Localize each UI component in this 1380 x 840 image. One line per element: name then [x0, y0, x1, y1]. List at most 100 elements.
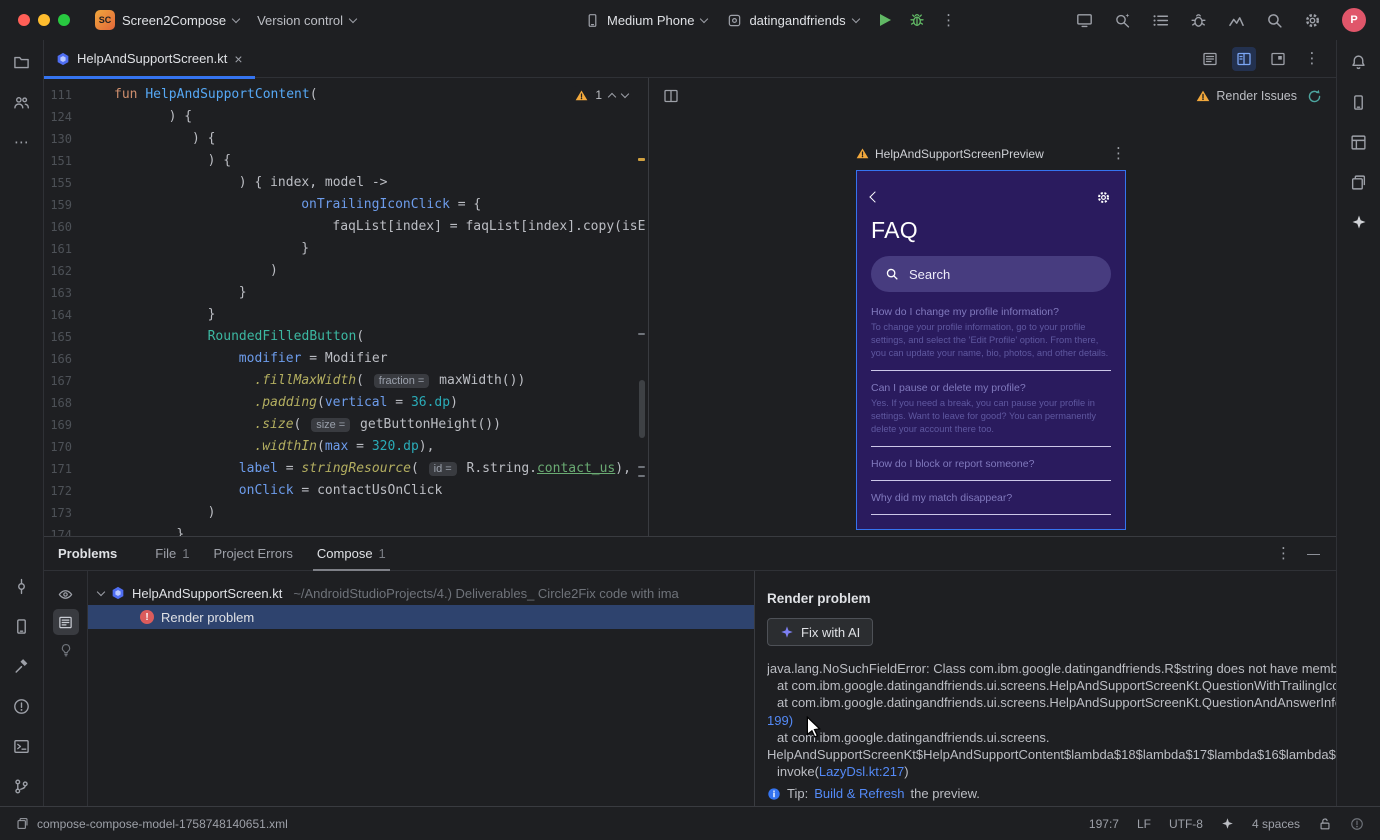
- gemini-button[interactable]: [1345, 208, 1373, 236]
- code-line[interactable]: 160 faqList[index] = faqList[index].copy(…: [44, 216, 648, 238]
- tree-file-row[interactable]: HelpAndSupportScreen.kt ~/AndroidStudioP…: [88, 581, 754, 605]
- resource-manager-button[interactable]: [8, 88, 36, 116]
- device-manager-button[interactable]: [8, 612, 36, 640]
- fix-with-ai-button[interactable]: Fix with AI: [767, 618, 874, 646]
- task-list-button[interactable]: [1152, 12, 1169, 29]
- line-number[interactable]: 161: [44, 238, 94, 260]
- tree-item-render-problem[interactable]: Render problem: [88, 605, 754, 629]
- panel-options-icon[interactable]: ⋮: [1276, 546, 1291, 561]
- editor-more-button[interactable]: ⋮: [1300, 47, 1324, 71]
- line-number[interactable]: 165: [44, 326, 94, 348]
- profiler-button[interactable]: [1228, 12, 1245, 29]
- preview-layout-icon[interactable]: [663, 88, 679, 104]
- build-refresh-link[interactable]: Build & Refresh: [814, 786, 904, 801]
- lock-open-icon[interactable]: [1318, 817, 1332, 831]
- line-number[interactable]: 164: [44, 304, 94, 326]
- layout-inspector-button[interactable]: [1345, 128, 1373, 156]
- stack-link[interactable]: LazyDsl.kt:217: [819, 764, 904, 779]
- device-explorer-button[interactable]: [1345, 88, 1373, 116]
- hide-panel-icon[interactable]: —: [1307, 546, 1320, 561]
- code-line[interactable]: 172 onClick = contactUsOnClick: [44, 480, 648, 502]
- line-separator[interactable]: LF: [1137, 817, 1151, 831]
- code-line[interactable]: 162): [44, 260, 648, 282]
- line-number[interactable]: 159: [44, 194, 94, 216]
- preview-device-frame[interactable]: FAQ Search How do I change my profile in…: [856, 170, 1126, 530]
- stripe-mark[interactable]: [638, 475, 645, 477]
- line-number[interactable]: 169: [44, 414, 94, 436]
- inspections-widget[interactable]: 1: [571, 86, 632, 104]
- code-line[interactable]: 130) {: [44, 128, 648, 150]
- line-number[interactable]: 162: [44, 260, 94, 282]
- close-window-button[interactable]: [18, 14, 30, 26]
- problems-tab-compose[interactable]: Compose 1: [305, 537, 398, 571]
- code-line[interactable]: 168 .padding(vertical = 36.dp): [44, 392, 648, 414]
- file-encoding[interactable]: UTF-8: [1169, 817, 1203, 831]
- line-number[interactable]: 170: [44, 436, 94, 458]
- line-number[interactable]: 174: [44, 524, 94, 536]
- render-issues-button[interactable]: Render Issues: [1196, 89, 1297, 103]
- line-number[interactable]: 167: [44, 370, 94, 392]
- quick-fix-bulb-icon[interactable]: [53, 637, 79, 663]
- run-button[interactable]: [870, 6, 900, 34]
- code-line[interactable]: 124) {: [44, 106, 648, 128]
- problems-button[interactable]: [8, 692, 36, 720]
- line-number[interactable]: 168: [44, 392, 94, 414]
- run-config-selector[interactable]: datingandfriends: [718, 6, 867, 34]
- line-number[interactable]: 173: [44, 502, 94, 524]
- line-number[interactable]: 171: [44, 458, 94, 480]
- debug-button[interactable]: [902, 6, 932, 34]
- pages-button[interactable]: [1345, 168, 1373, 196]
- prev-problem-icon[interactable]: [607, 92, 617, 101]
- build-button[interactable]: [8, 652, 36, 680]
- code-line[interactable]: 164}: [44, 304, 648, 326]
- app-insights-button[interactable]: [1190, 12, 1207, 29]
- details-view-icon[interactable]: [52, 609, 79, 635]
- view-code-button[interactable]: [1198, 47, 1222, 71]
- tab-helpandsupportscreen[interactable]: HelpAndSupportScreen.kt ×: [44, 40, 255, 79]
- gemini-search-button[interactable]: [1114, 12, 1131, 29]
- code-line[interactable]: 173): [44, 502, 648, 524]
- line-number[interactable]: 155: [44, 172, 94, 194]
- stripe-mark[interactable]: [638, 333, 645, 335]
- chevron-down-icon[interactable]: [96, 587, 106, 597]
- view-split-button[interactable]: [1232, 46, 1256, 71]
- code-line[interactable]: 165 RoundedFilledButton(: [44, 326, 648, 348]
- indent-setting[interactable]: 4 spaces: [1252, 817, 1300, 831]
- vcs-menu[interactable]: Version control: [248, 6, 365, 34]
- line-number[interactable]: 124: [44, 106, 94, 128]
- code-line[interactable]: 111 fun HelpAndSupportContent(: [44, 84, 648, 106]
- minimize-window-button[interactable]: [38, 14, 50, 26]
- warning-stripe-mark[interactable]: [638, 158, 645, 161]
- status-file-name[interactable]: compose-compose-model-1758748140651.xml: [37, 817, 288, 831]
- problems-tab-project-errors[interactable]: Project Errors: [201, 537, 304, 571]
- line-number[interactable]: 160: [44, 216, 94, 238]
- preview-title-row[interactable]: HelpAndSupportScreenPreview ⋮: [856, 146, 1126, 161]
- notifications-button[interactable]: [1345, 48, 1373, 76]
- code-line[interactable]: 155) { index, model ->: [44, 172, 648, 194]
- preview-problem-icon[interactable]: [53, 581, 79, 607]
- project-selector[interactable]: SC Screen2Compose: [86, 6, 248, 34]
- problems-tab-file[interactable]: File 1: [143, 537, 201, 571]
- settings-button[interactable]: [1304, 12, 1321, 29]
- code-line[interactable]: 151) {: [44, 150, 648, 172]
- zoom-window-button[interactable]: [58, 14, 70, 26]
- more-run-actions-button[interactable]: ⋮: [934, 6, 964, 34]
- stripe-mark[interactable]: [638, 466, 645, 468]
- search-everywhere-button[interactable]: [1266, 12, 1283, 29]
- line-number[interactable]: 130: [44, 128, 94, 150]
- code-line[interactable]: 171 label = stringResource( id = R.string…: [44, 458, 648, 480]
- code-line[interactable]: 167 .fillMaxWidth( fraction = maxWidth()): [44, 370, 648, 392]
- code-line[interactable]: 169 .size( size = getButtonHeight()): [44, 414, 648, 436]
- code-line[interactable]: 159 onTrailingIconClick = {: [44, 194, 648, 216]
- user-avatar[interactable]: P: [1342, 8, 1366, 32]
- stack-link[interactable]: 199): [767, 713, 793, 728]
- more-tool-windows-button[interactable]: ⋯: [8, 128, 36, 156]
- editor-scrollbar[interactable]: [637, 78, 647, 536]
- close-tab-icon[interactable]: ×: [234, 52, 242, 66]
- terminal-button[interactable]: [8, 732, 36, 760]
- code-line[interactable]: 166 modifier = Modifier: [44, 348, 648, 370]
- code-line[interactable]: 163}: [44, 282, 648, 304]
- refresh-preview-icon[interactable]: [1307, 89, 1322, 104]
- commit-button[interactable]: [8, 572, 36, 600]
- line-number[interactable]: 151: [44, 150, 94, 172]
